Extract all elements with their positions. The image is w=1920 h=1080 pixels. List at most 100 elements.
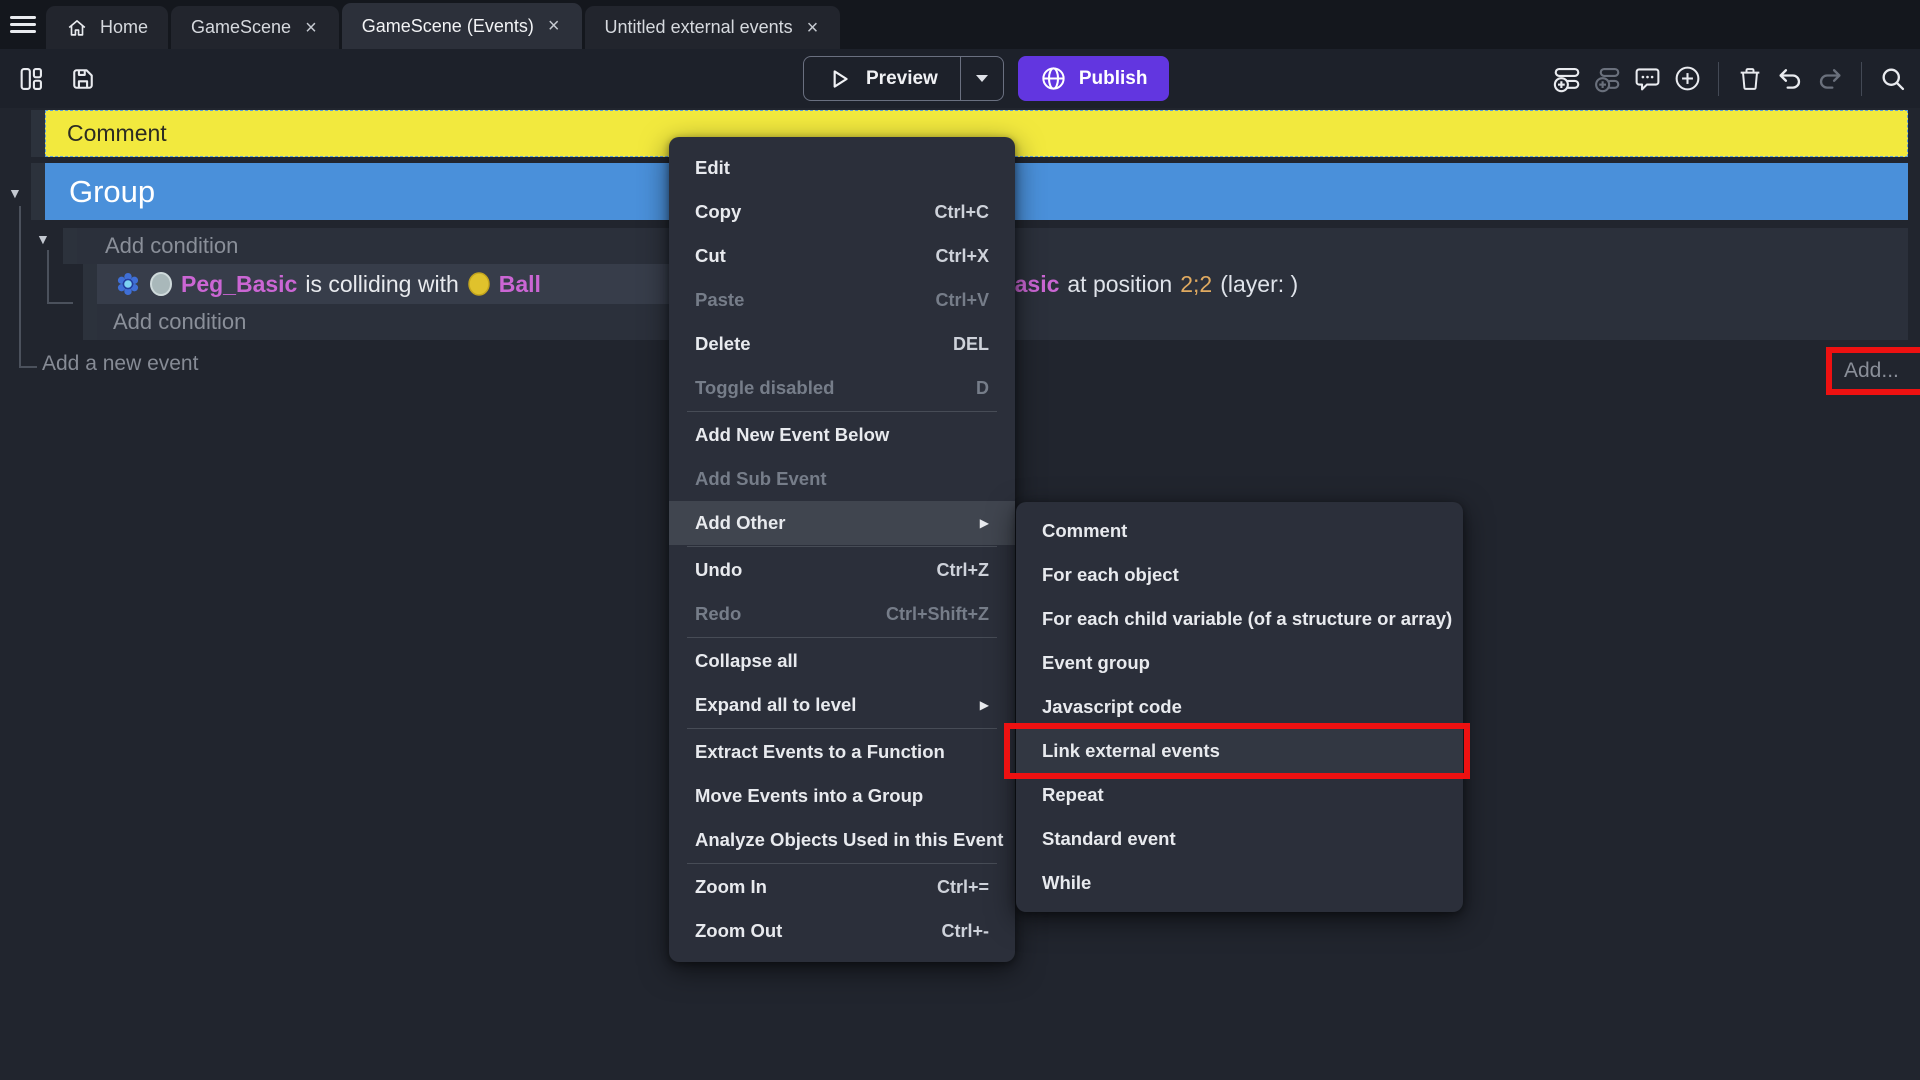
menu-item-analyze-objects-used-in-this-event[interactable]: Analyze Objects Used in this Event [669,818,1015,862]
close-icon[interactable]: × [303,16,319,40]
menu-item-shortcut: Ctrl+- [941,921,989,942]
menu-item-shortcut: Ctrl+V [935,290,989,311]
menu-item-move-events-into-a-group[interactable]: Move Events into a Group [669,774,1015,818]
row-handle[interactable] [31,110,45,157]
preview-dropdown-button[interactable] [961,74,1003,83]
menu-item-label: Add New Event Below [695,424,989,446]
search-button[interactable] [1876,62,1910,96]
menu-item-label: Cut [695,245,911,267]
close-icon[interactable]: × [546,14,562,38]
tree-line [19,206,21,368]
panels-icon [17,65,45,93]
menu-item-label: Paste [695,289,911,311]
row-handle[interactable] [31,163,45,220]
undo-button[interactable] [1773,62,1807,96]
preview-button[interactable]: Preview [803,56,1004,101]
toggle-panels-button[interactable] [14,62,48,96]
menu-item-label: Add Sub Event [695,468,989,490]
tab-label: Untitled external events [605,17,793,38]
hamburger-icon [10,12,36,37]
row-handle[interactable] [83,264,97,340]
add-other-button[interactable] [1670,62,1704,96]
menu-item-for-each-object[interactable]: For each object [1016,553,1463,597]
menu-item-javascript-code[interactable]: Javascript code [1016,685,1463,729]
menu-item-edit[interactable]: Edit [669,146,1015,190]
menu-item-add-other[interactable]: Add Other ▶ [669,501,1015,545]
add-button[interactable]: Add... [1844,359,1899,383]
menu-item-delete[interactable]: DeleteDEL [669,322,1015,366]
preview-button-main[interactable]: Preview [804,66,960,92]
menu-item-shortcut: Ctrl+C [934,202,989,223]
menu-divider [687,411,997,412]
toolbar-right [1550,49,1910,108]
toolbar: Preview Publish [0,49,1920,108]
expander-icon[interactable]: ▼ [36,232,50,246]
add-sub-event-button [1590,62,1624,96]
tab-gamescene[interactable]: GameScene × [171,6,339,49]
add-sub-event-icon [1592,64,1622,94]
menu-item-zoom-in[interactable]: Zoom InCtrl+= [669,865,1015,909]
add-comment-button[interactable] [1630,62,1664,96]
toolbar-left [14,49,100,108]
preview-label: Preview [866,68,938,90]
trash-icon [1736,65,1764,93]
menu-item-standard-event[interactable]: Standard event [1016,817,1463,861]
action-text-fragment[interactable]: Basic at position 2;2 (layer: ) [998,264,1298,304]
tree-line [19,366,37,368]
main-menu-button[interactable] [0,0,46,49]
menu-item-paste: Paste Ctrl+V [669,278,1015,322]
menu-item-cut[interactable]: CutCtrl+X [669,234,1015,278]
submenu-arrow-icon: ▶ [980,516,989,530]
row-handle[interactable] [63,228,77,264]
menu-item-label: Undo [695,559,912,581]
menu-item-label: Add Other [695,512,962,534]
close-icon[interactable]: × [805,16,821,40]
menu-item-shortcut: Ctrl+Z [936,560,989,581]
delete-button[interactable] [1733,62,1767,96]
add-condition-label: Add condition [105,233,238,259]
save-icon [69,65,97,93]
add-comment-icon [1633,64,1662,93]
submenu-arrow-icon: ▶ [980,698,989,712]
menu-item-for-each-child-variable-of-a-structure-or-array[interactable]: For each child variable (of a structure … [1016,597,1463,641]
menu-item-shortcut: Ctrl+= [937,877,989,898]
condition-object1: Peg_Basic [181,271,297,298]
menu-divider [687,863,997,864]
redo-icon [1816,65,1844,93]
menu-item-label: For each child variable (of a structure … [1042,608,1452,630]
tab-label: GameScene (Events) [362,16,534,37]
tab-gamescene-events[interactable]: GameScene (Events) × [342,3,582,49]
comment-text: Comment [67,120,167,147]
menu-item-comment[interactable]: Comment [1016,509,1463,553]
add-event-button[interactable] [1550,62,1584,96]
action-suffix: (layer: ) [1220,271,1298,298]
menu-item-event-group[interactable]: Event group [1016,641,1463,685]
menu-item-expand-all-to-level[interactable]: Expand all to level▶ [669,683,1015,727]
save-button[interactable] [66,62,100,96]
tab-label: Home [100,17,148,38]
publish-button[interactable]: Publish [1018,56,1170,101]
tab-home[interactable]: Home [46,6,168,49]
menu-item-add-new-event-below[interactable]: Add New Event Below [669,413,1015,457]
object-icon-peg-basic [149,271,173,297]
tab-untitled-external-events[interactable]: Untitled external events × [585,6,841,49]
menu-item-extract-events-to-a-function[interactable]: Extract Events to a Function [669,730,1015,774]
menu-item-collapse-all[interactable]: Collapse all [669,639,1015,683]
menu-item-label: Delete [695,333,929,355]
home-icon [66,17,88,39]
condition-text: is colliding with [305,271,458,298]
menu-item-repeat[interactable]: Repeat [1016,773,1463,817]
menu-item-while[interactable]: While [1016,861,1463,905]
menu-item-shortcut: Ctrl+Shift+Z [886,604,989,625]
menu-item-undo[interactable]: Undo Ctrl+Z [669,548,1015,592]
menu-item-label: Zoom Out [695,920,917,942]
group-title: Group [69,174,155,210]
tab-label: GameScene [191,17,291,38]
action-position-value: 2;2 [1180,271,1212,298]
add-new-event-link[interactable]: Add a new event [42,352,198,376]
menu-item-zoom-out[interactable]: Zoom Out Ctrl+- [669,909,1015,953]
menu-item-copy[interactable]: CopyCtrl+C [669,190,1015,234]
expander-icon[interactable]: ▼ [8,186,22,200]
menu-item-label: Standard event [1042,828,1437,850]
menu-item-link-external-events[interactable]: Link external events [1016,729,1463,773]
